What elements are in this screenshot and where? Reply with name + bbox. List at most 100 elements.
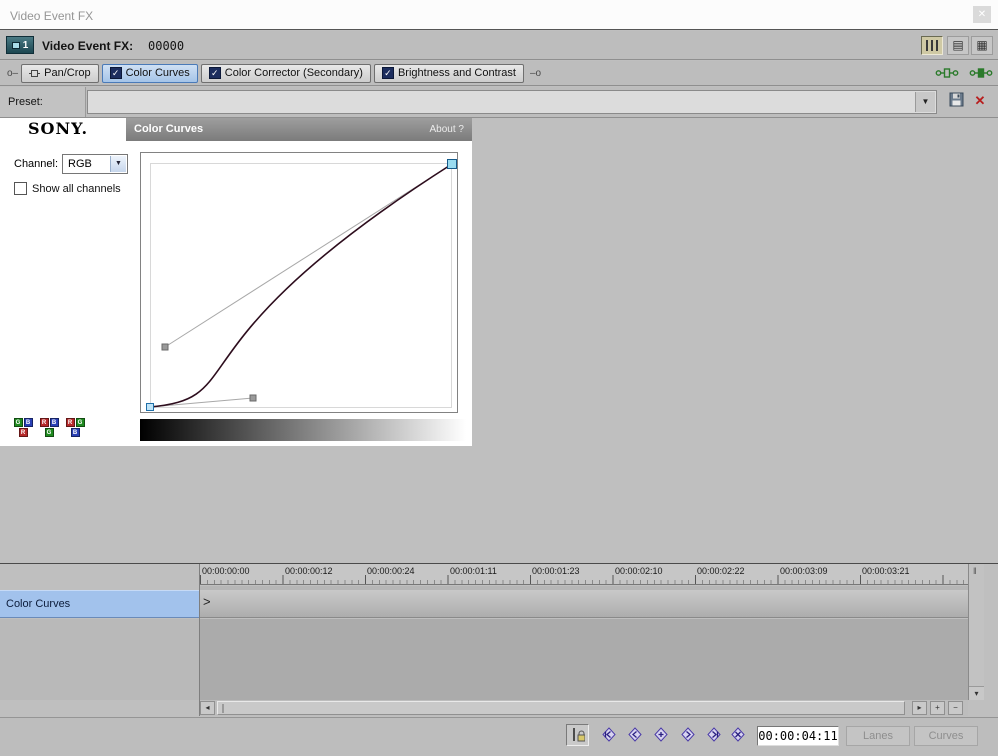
cursor-timecode-display[interactable]: 00:00:04:11 xyxy=(757,726,839,746)
scrollbar-grip-icon[interactable]: ‖ xyxy=(973,566,977,576)
zoom-out-button[interactable]: − xyxy=(948,701,963,715)
first-keyframe-icon xyxy=(602,727,616,742)
curve-end-point[interactable] xyxy=(447,159,457,169)
ruler-tick-label: 00:00:00:00 xyxy=(202,566,250,576)
event-number: 1 xyxy=(22,39,29,51)
enable-checkbox[interactable]: ✓ xyxy=(109,67,122,79)
channel-order-widget-1[interactable]: G B R xyxy=(12,418,34,439)
close-icon[interactable]: ✕ xyxy=(973,6,991,23)
first-keyframe-button[interactable] xyxy=(598,726,620,745)
ruler-tick-label: 00:00:00:12 xyxy=(285,566,333,576)
enable-checkbox[interactable]: ✓ xyxy=(208,67,221,79)
sony-logo: SONY. xyxy=(0,118,126,141)
timeline-track-area xyxy=(200,619,968,700)
chain-button-label: Pan/Crop xyxy=(44,67,91,79)
end-tangent-handle[interactable] xyxy=(161,343,169,351)
plugin-title: Color Curves xyxy=(134,123,204,135)
start-tangent-handle[interactable] xyxy=(249,394,257,402)
blue-channel-chip[interactable]: B xyxy=(49,418,59,427)
keyframe-row-header[interactable]: Color Curves xyxy=(0,590,199,618)
zoom-in-button[interactable]: + xyxy=(930,701,945,715)
curve-canvas[interactable] xyxy=(141,153,457,412)
insert-keyframe-button[interactable] xyxy=(650,726,672,745)
vertical-bars-icon xyxy=(926,40,938,51)
plugin-chain-icon xyxy=(935,68,959,78)
insert-plugin-icon xyxy=(969,68,993,78)
floppy-disk-icon xyxy=(949,92,964,107)
chain-button-label: Color Curves xyxy=(125,67,190,79)
next-keyframe-button[interactable] xyxy=(677,726,699,745)
chain-start-connector-icon: o– xyxy=(7,67,19,79)
chain-button-color-corrector[interactable]: ✓ Color Corrector (Secondary) xyxy=(200,63,371,83)
timeline-horizontal-scrollbar[interactable]: ◂ ▸ + − xyxy=(200,700,968,716)
channel-order-widget-2[interactable]: R B G xyxy=(38,418,60,439)
keyframe-toolbar: 00:00:04:11 Lanes Curves xyxy=(0,717,998,756)
save-preset-button[interactable] xyxy=(946,92,968,112)
scroll-down-button[interactable]: ▾ xyxy=(969,686,984,700)
rgb-curve[interactable] xyxy=(149,163,453,408)
pan-crop-icon xyxy=(29,69,41,77)
previous-keyframe-icon xyxy=(628,727,642,742)
layout-vertical-button[interactable] xyxy=(921,36,943,55)
red-channel-chip[interactable]: R xyxy=(18,428,28,437)
insert-keyframe-icon xyxy=(654,727,668,742)
fx-header: 1 Video Event FX: 00000 ▤ ▦ xyxy=(0,31,998,60)
blue-channel-chip[interactable]: B xyxy=(23,418,33,427)
chain-button-pan-crop[interactable]: Pan/Crop xyxy=(21,63,99,83)
keyframe-start-marker[interactable]: > xyxy=(203,594,211,609)
color-curves-panel: SONY. Color Curves About ? Channel: RGB … xyxy=(0,118,472,446)
chain-button-color-curves[interactable]: ✓ Color Curves xyxy=(101,63,198,83)
channel-order-widget-3[interactable]: R G B xyxy=(64,418,86,439)
blue-channel-chip[interactable]: B xyxy=(70,428,80,437)
curves-button[interactable]: Curves xyxy=(914,726,978,746)
timeline-vertical-scrollbar[interactable]: ‖ ▾ xyxy=(968,564,984,700)
sync-cursor-icon xyxy=(573,728,586,742)
window-title: Video Event FX xyxy=(10,9,94,23)
timeline-ruler[interactable]: 00:00:00:00 00:00:00:12 00:00:00:24 00:0… xyxy=(200,564,968,585)
enable-checkbox[interactable]: ✓ xyxy=(381,67,394,79)
about-link[interactable]: About ? xyxy=(430,124,464,135)
previous-keyframe-button[interactable] xyxy=(624,726,646,745)
show-all-channels-label: Show all channels xyxy=(32,182,121,195)
curve-editor[interactable] xyxy=(140,152,458,413)
scroll-right-button[interactable]: ▸ xyxy=(912,701,927,715)
video-event-fx-window: Video Event FX ✕ 1 Video Event FX: 00000… xyxy=(0,0,998,756)
event-number-badge: 1 xyxy=(6,36,34,54)
preset-combobox[interactable]: ▼ xyxy=(87,90,937,114)
chain-button-brightness-contrast[interactable]: ✓ Brightness and Contrast xyxy=(373,63,524,83)
plugin-chain-button[interactable] xyxy=(934,65,960,82)
curve-start-point[interactable] xyxy=(146,403,154,411)
preset-input[interactable] xyxy=(89,92,915,112)
gradient-strip xyxy=(140,419,466,441)
channel-label: Channel: xyxy=(14,158,59,170)
preset-dropdown-arrow-icon[interactable]: ▼ xyxy=(915,92,935,112)
sync-cursor-button[interactable] xyxy=(566,724,589,746)
timeline-header-area xyxy=(0,619,199,700)
lanes-button[interactable]: Lanes xyxy=(846,726,910,746)
scroll-left-button[interactable]: ◂ xyxy=(200,701,215,715)
insert-plugin-button[interactable] xyxy=(968,65,994,82)
channel-dropdown[interactable]: RGB ▼ xyxy=(62,154,128,174)
last-keyframe-button[interactable] xyxy=(703,726,725,745)
chain-end-connector-icon: –o xyxy=(529,67,542,79)
last-keyframe-icon xyxy=(707,727,721,742)
channel-dropdown-arrow-icon[interactable]: ▼ xyxy=(110,156,126,172)
show-all-channels-control[interactable]: Show all channels xyxy=(14,182,121,195)
layout-rows-button[interactable]: ▤ xyxy=(947,36,969,55)
red-channel-chip[interactable]: R xyxy=(39,418,49,427)
delete-preset-button[interactable]: ✕ xyxy=(970,91,990,111)
red-channel-chip[interactable]: R xyxy=(65,418,75,427)
ruler-tick-label: 00:00:01:11 xyxy=(450,566,497,576)
thumb-grip xyxy=(222,704,224,713)
plugin-titlebar: Color Curves About ? xyxy=(126,118,472,141)
delete-keyframe-button[interactable] xyxy=(727,726,749,745)
ruler-tick-label: 00:00:03:09 xyxy=(780,566,828,576)
green-channel-chip[interactable]: G xyxy=(75,418,85,427)
chain-button-label: Brightness and Contrast xyxy=(397,67,516,79)
show-all-channels-checkbox[interactable] xyxy=(14,182,27,195)
keyframe-row-track[interactable]: > xyxy=(200,590,968,618)
layout-grid-button[interactable]: ▦ xyxy=(971,36,993,55)
scrollbar-thumb[interactable] xyxy=(217,701,905,715)
green-channel-chip[interactable]: G xyxy=(13,418,23,427)
green-channel-chip[interactable]: G xyxy=(44,428,54,437)
